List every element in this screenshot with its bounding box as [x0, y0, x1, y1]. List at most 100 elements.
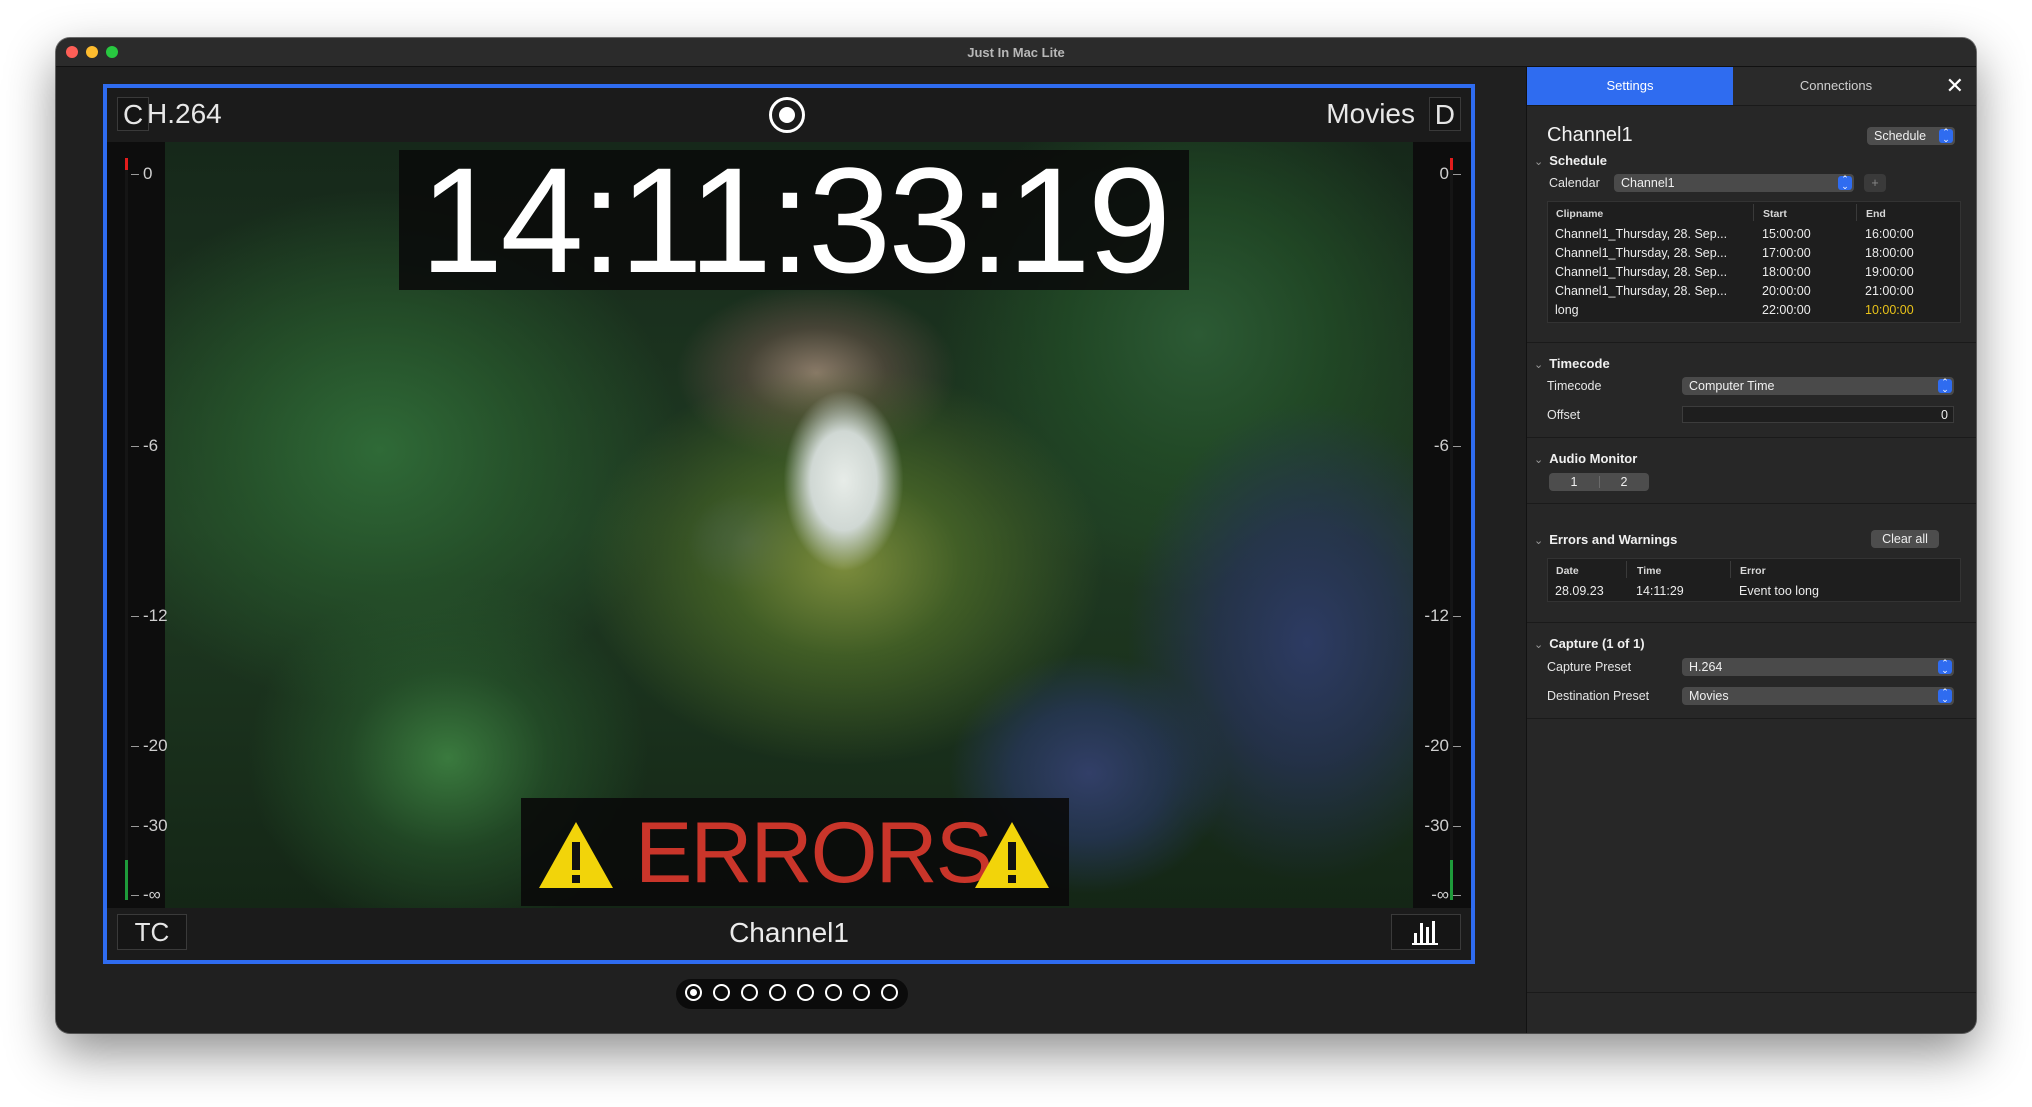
errors-overlay: ERRORS	[521, 798, 1069, 906]
meter-scale-label: -20	[131, 736, 168, 755]
window-title: Just In Mac Lite	[967, 45, 1065, 60]
clip-end: 18:00:00	[1865, 246, 1914, 260]
error-time: 14:11:29	[1636, 584, 1684, 598]
tab-connections[interactable]: Connections	[1733, 67, 1939, 105]
errors-section-title: Errors and Warnings	[1549, 532, 1678, 547]
chevron-updown-icon: ⌃ ⌄	[1939, 128, 1953, 144]
audio-meter-right: 0 -6 -12 -20 -30 -∞	[1413, 142, 1471, 912]
record-icon[interactable]	[769, 97, 805, 133]
error-message: Event too long	[1739, 584, 1819, 598]
capture-preset-select[interactable]: H.264 ⌃ ⌄	[1682, 658, 1954, 676]
clear-all-button[interactable]: Clear all	[1871, 530, 1939, 548]
close-icon[interactable]: ✕	[1946, 73, 1964, 99]
clip-end: 21:00:00	[1865, 284, 1914, 298]
calendar-select[interactable]: Channel1 ⌃ ⌄	[1614, 174, 1854, 192]
meter-scale-label: -30	[1424, 816, 1461, 835]
title-bar: Just In Mac Lite	[56, 38, 1976, 67]
page-dot[interactable]	[769, 984, 786, 1001]
chevron-down-icon: ⌄	[1534, 156, 1544, 168]
chevron-down-icon: ⌄	[1534, 359, 1544, 371]
destination-label: Movies	[1326, 98, 1415, 129]
destination-preset-select[interactable]: Movies ⌃ ⌄	[1682, 687, 1954, 705]
chevron-updown-icon: ⌃ ⌄	[1938, 659, 1952, 675]
column-header[interactable]: Clipname	[1556, 208, 1603, 220]
player-bottom-bar: TC Channel1	[107, 908, 1471, 960]
clip-start: 17:00:00	[1762, 246, 1811, 260]
schedule-section-header[interactable]: ⌄ Schedule	[1534, 153, 1607, 168]
meter-level	[125, 860, 128, 900]
meter-peak-indicator	[125, 158, 128, 170]
page-dot[interactable]	[797, 984, 814, 1001]
clip-name: Channel1_Thursday, 28. Sep...	[1555, 246, 1728, 260]
column-header[interactable]: Start	[1763, 208, 1787, 220]
clip-end: 10:00:00	[1865, 303, 1914, 317]
channel-name-label: Channel1	[729, 917, 849, 948]
audio-monitor-section-title: Audio Monitor	[1549, 451, 1638, 466]
tab-settings[interactable]: Settings	[1527, 67, 1733, 105]
add-calendar-button[interactable]: +	[1864, 174, 1886, 192]
timecode-display: 14:11:33:19	[399, 145, 1189, 295]
clip-name: Channel1_Thursday, 28. Sep...	[1555, 227, 1728, 241]
audio-monitor-section-header[interactable]: ⌄ Audio Monitor	[1534, 451, 1637, 466]
destination-tag: D	[1428, 97, 1461, 131]
page-dot[interactable]	[881, 984, 898, 1001]
chevron-updown-icon: ⌃ ⌄	[1938, 688, 1952, 704]
clip-start: 20:00:00	[1762, 284, 1811, 298]
meter-scale-label: 0	[1439, 164, 1463, 183]
chevron-down-icon: ⌄	[1534, 639, 1544, 651]
channel-title: Channel1	[1547, 124, 1633, 146]
meter-level	[1450, 860, 1453, 900]
page-dot[interactable]	[741, 984, 758, 1001]
chevron-updown-icon: ⌃ ⌄	[1938, 378, 1952, 394]
page-dot[interactable]	[853, 984, 870, 1001]
destination-preset-value: Movies	[1689, 689, 1729, 703]
capture-section-title: Capture (1 of 1)	[1549, 636, 1645, 651]
offset-input[interactable]: 0	[1682, 406, 1954, 423]
column-header[interactable]: Time	[1637, 565, 1661, 577]
error-date: 28.09.23	[1555, 584, 1604, 598]
app-window: Just In Mac Lite C H.264 Movies D 0 -6 -…	[56, 38, 1976, 1033]
bar-chart-icon	[1412, 921, 1438, 945]
capture-tag: C	[117, 97, 150, 131]
clip-start: 22:00:00	[1762, 303, 1811, 317]
errors-table: Date Time Error 28.09.23 14:11:29 Event …	[1547, 558, 1961, 602]
page-dot[interactable]	[825, 984, 842, 1001]
clip-end: 16:00:00	[1865, 227, 1914, 241]
meter-scale-label: -20	[1424, 736, 1461, 755]
page-dot[interactable]	[713, 984, 730, 1001]
column-header[interactable]: Error	[1740, 565, 1766, 577]
offset-label: Offset	[1547, 408, 1581, 422]
chevron-updown-icon: ⌃ ⌄	[1838, 175, 1852, 191]
column-header[interactable]: Date	[1556, 565, 1579, 577]
audio-channel-2[interactable]: 2	[1599, 473, 1649, 491]
page-dot[interactable]	[685, 984, 702, 1001]
audio-channel-1[interactable]: 1	[1549, 473, 1599, 491]
video-preview: 0 -6 -12 -20 -30 -∞ 0 -6 -12 -20 -30 -∞	[107, 142, 1471, 912]
schedule-table: Clipname Start End Channel1_Thursday, 28…	[1547, 201, 1961, 323]
settings-sidebar: Settings Connections ✕ Channel1 Schedule…	[1526, 67, 1976, 1033]
column-header[interactable]: End	[1866, 208, 1886, 220]
timecode-section-header[interactable]: ⌄ Timecode	[1534, 356, 1610, 371]
schedule-menu[interactable]: Schedule ⌃ ⌄	[1867, 127, 1955, 145]
clip-start: 15:00:00	[1762, 227, 1811, 241]
clip-end: 19:00:00	[1865, 265, 1914, 279]
meter-scale-label: -12	[1424, 606, 1461, 625]
capture-section-header[interactable]: ⌄ Capture (1 of 1)	[1534, 636, 1645, 651]
timecode-source-select[interactable]: Computer Time ⌃ ⌄	[1682, 377, 1954, 395]
errors-label: ERRORS	[635, 805, 993, 901]
audio-meter-left: 0 -6 -12 -20 -30 -∞	[107, 142, 168, 912]
calendar-value: Channel1	[1621, 176, 1675, 190]
chevron-down-icon: ⌄	[1534, 535, 1544, 547]
clip-start: 18:00:00	[1762, 265, 1811, 279]
meter-peak-indicator	[1450, 158, 1453, 170]
errors-section-header[interactable]: ⌄ Errors and Warnings	[1534, 532, 1677, 547]
meter-scale-label: -∞	[1431, 885, 1461, 904]
warning-icon	[975, 822, 1049, 888]
meter-scale-label: -30	[131, 816, 168, 835]
schedule-menu-label: Schedule	[1874, 129, 1927, 143]
channel-player[interactable]: C H.264 Movies D 0 -6 -12 -20 -30 -∞ 0 -…	[103, 84, 1475, 964]
clip-name: Channel1_Thursday, 28. Sep...	[1555, 265, 1728, 279]
clip-name: long	[1555, 303, 1579, 317]
meter-scale-label: 0	[130, 164, 153, 183]
levels-button[interactable]	[1391, 914, 1461, 950]
